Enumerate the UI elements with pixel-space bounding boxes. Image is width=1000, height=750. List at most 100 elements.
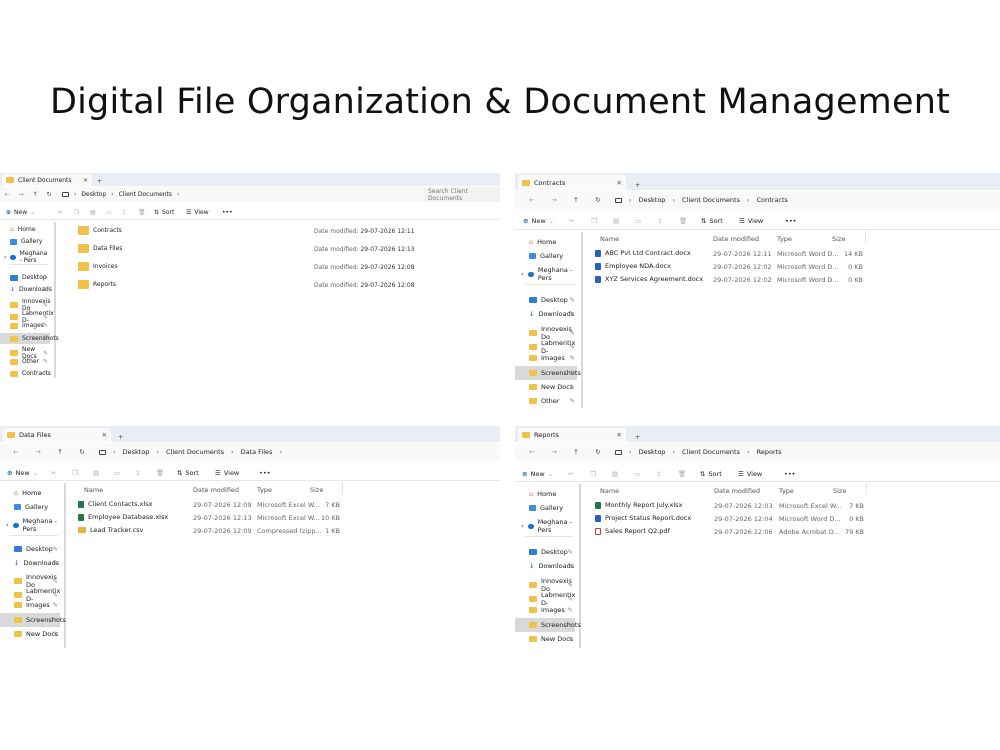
- sidebar-item-images[interactable]: Images ✎: [529, 354, 577, 362]
- sidebar-item-other[interactable]: Other ✎: [529, 397, 577, 405]
- crumb-client-documents[interactable]: Client Documents: [682, 196, 740, 204]
- new-button[interactable]: ⊕ New ⌄: [523, 217, 569, 225]
- sidebar-item-downloads[interactable]: ↓ Downloads ✎: [529, 562, 575, 570]
- column-header-name[interactable]: Name: [600, 235, 619, 243]
- cut-icon[interactable]: ✂: [58, 209, 74, 216]
- new-button[interactable]: ⊕ New ⌄: [7, 469, 51, 477]
- crumb-desktop[interactable]: Desktop: [81, 191, 106, 198]
- refresh-icon[interactable]: ↻: [71, 448, 93, 456]
- crumb-client-documents[interactable]: Client Documents: [119, 191, 173, 198]
- column-header-size[interactable]: Size: [310, 486, 323, 494]
- paste-icon[interactable]: ▤: [613, 217, 635, 225]
- folder-item-reports[interactable]: Reports: [78, 280, 116, 289]
- crumb-desktop[interactable]: Desktop: [639, 448, 666, 456]
- new-tab-icon[interactable]: +: [97, 178, 102, 185]
- column-header-name[interactable]: Name: [84, 486, 103, 494]
- copy-icon[interactable]: ❐: [74, 209, 90, 216]
- forward-arrow-icon[interactable]: →: [27, 448, 49, 456]
- sidebar-item-screenshots[interactable]: Screenshots ✎: [0, 613, 66, 627]
- table-row[interactable]: Employee NDA.docx: [595, 262, 671, 270]
- paste-icon[interactable]: ▤: [90, 209, 106, 216]
- sidebar-item-onedrive[interactable]: › Meghana - Pers: [521, 518, 575, 534]
- sort-button[interactable]: ⇅ Sort: [177, 469, 215, 477]
- crumb-client-documents[interactable]: Client Documents: [682, 448, 740, 456]
- sidebar-item-newdocs[interactable]: New Docs ✎: [14, 630, 60, 638]
- rename-icon[interactable]: ▭: [114, 469, 135, 477]
- more-button[interactable]: •••: [784, 470, 796, 478]
- back-arrow-icon[interactable]: ←: [521, 196, 543, 204]
- cut-icon[interactable]: ✂: [568, 470, 590, 478]
- sidebar-item-downloads[interactable]: ↓ Downloads ✎: [529, 310, 577, 318]
- forward-arrow-icon[interactable]: →: [14, 191, 28, 198]
- crumb-current[interactable]: Contracts: [757, 196, 788, 204]
- up-arrow-icon[interactable]: ↑: [28, 191, 42, 198]
- sidebar-item-screenshots[interactable]: Screenshots ✎: [0, 333, 59, 344]
- up-arrow-icon[interactable]: ↑: [565, 448, 587, 456]
- sidebar-item-home[interactable]: ⌂ Home: [529, 490, 575, 498]
- paste-icon[interactable]: ▤: [93, 469, 114, 477]
- rename-icon[interactable]: ▭: [106, 209, 122, 216]
- more-button[interactable]: •••: [785, 217, 797, 225]
- back-arrow-icon[interactable]: ←: [0, 191, 14, 198]
- refresh-icon[interactable]: ↻: [587, 448, 609, 456]
- tab-reports[interactable]: Reports ✕: [518, 428, 626, 442]
- share-icon[interactable]: ⇪: [135, 469, 156, 477]
- table-row[interactable]: Lead Tracker.csv: [78, 526, 143, 534]
- table-row[interactable]: Sales Report Q2.pdf: [595, 527, 670, 535]
- copy-icon[interactable]: ❐: [590, 470, 612, 478]
- sidebar-item-home[interactable]: ⌂ Home: [529, 238, 577, 246]
- new-tab-icon[interactable]: +: [635, 433, 640, 441]
- sidebar-item-screenshots[interactable]: Screenshots ✎: [515, 618, 581, 632]
- column-header-size[interactable]: Size: [832, 235, 845, 243]
- new-button[interactable]: ⊕ New ⌄: [6, 209, 58, 216]
- delete-icon[interactable]: 🗑: [156, 469, 177, 477]
- crumb-desktop[interactable]: Desktop: [123, 448, 150, 456]
- folder-item-contracts[interactable]: Contracts: [78, 226, 122, 235]
- delete-icon[interactable]: 🗑: [138, 209, 154, 216]
- column-header-type[interactable]: Type: [257, 486, 272, 494]
- rename-icon[interactable]: ▭: [634, 470, 656, 478]
- sidebar-item-newdocs[interactable]: New Docs ✎: [529, 635, 575, 643]
- column-header-type[interactable]: Type: [779, 487, 794, 495]
- table-row[interactable]: XYZ Services Agreement.docx: [595, 275, 703, 283]
- sidebar-item-home[interactable]: ⌂ Home: [10, 226, 50, 233]
- tab-contracts[interactable]: Contracts ✕: [518, 175, 626, 190]
- sidebar-item-onedrive[interactable]: › Meghana - Pers: [521, 266, 577, 282]
- table-row[interactable]: Project Status Report.docx: [595, 514, 691, 522]
- rename-icon[interactable]: ▭: [635, 217, 657, 225]
- table-row[interactable]: ABC Pvt Ltd Contract.docx: [595, 249, 691, 257]
- cut-icon[interactable]: ✂: [51, 469, 72, 477]
- sort-button[interactable]: ⇅ Sort: [700, 470, 738, 478]
- sidebar-item-desktop[interactable]: Desktop ✎: [529, 548, 575, 556]
- column-header-type[interactable]: Type: [777, 235, 792, 243]
- view-button[interactable]: ☰ View: [186, 209, 222, 216]
- share-icon[interactable]: ⇪: [122, 209, 138, 216]
- sort-button[interactable]: ⇅ Sort: [701, 217, 739, 225]
- table-row[interactable]: Monthly Report July.xlsx: [595, 501, 682, 509]
- crumb-current[interactable]: Data Files: [241, 448, 273, 456]
- sidebar-item-screenshots[interactable]: Screenshots ✎: [515, 366, 581, 380]
- copy-icon[interactable]: ❐: [72, 469, 93, 477]
- sidebar-item-desktop[interactable]: Desktop ✎: [10, 274, 50, 281]
- sidebar-item-desktop[interactable]: Desktop ✎: [14, 545, 60, 553]
- close-icon[interactable]: ✕: [617, 431, 622, 439]
- more-button[interactable]: •••: [222, 209, 233, 216]
- share-icon[interactable]: ⇪: [656, 470, 678, 478]
- table-row[interactable]: Client Contacts.xlsx: [78, 500, 153, 508]
- delete-icon[interactable]: 🗑: [678, 470, 700, 478]
- back-arrow-icon[interactable]: ←: [5, 448, 27, 456]
- sidebar-item-images[interactable]: Images ✎: [529, 606, 575, 614]
- close-icon[interactable]: ✕: [102, 431, 107, 439]
- delete-icon[interactable]: 🗑: [679, 217, 701, 225]
- column-header-date[interactable]: Date modified: [193, 486, 239, 494]
- column-header-size[interactable]: Size: [833, 487, 846, 495]
- refresh-icon[interactable]: ↻: [587, 196, 609, 204]
- paste-icon[interactable]: ▤: [612, 470, 634, 478]
- crumb-client-documents[interactable]: Client Documents: [166, 448, 224, 456]
- sidebar-item-images[interactable]: Images ✎: [10, 322, 50, 329]
- forward-arrow-icon[interactable]: →: [543, 196, 565, 204]
- new-tab-icon[interactable]: +: [635, 181, 640, 189]
- sidebar-item-contracts[interactable]: Contracts ✎: [10, 370, 51, 377]
- sidebar-item-gallery[interactable]: Gallery: [529, 504, 575, 512]
- sidebar-item-labmentix[interactable]: Labmentix D- ✎: [529, 591, 575, 607]
